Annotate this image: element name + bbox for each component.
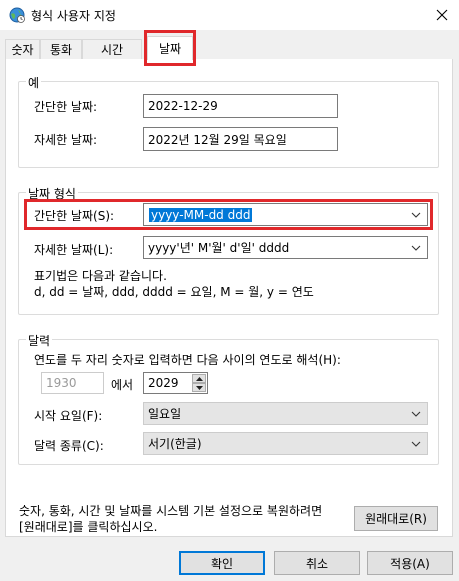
example-short-date-field: 2022-12-29 (143, 94, 338, 118)
two-digit-year-label: 연도를 두 자리 숫자로 입력하면 다음 사이의 연도로 해석(H): (34, 353, 341, 367)
long-date-combo[interactable]: yyyy'년' M'월' d'일' dddd (143, 236, 428, 259)
spin-up-button[interactable] (192, 374, 206, 383)
annotation-highlight-box (144, 30, 196, 66)
example-legend: 예 (26, 74, 42, 91)
calendar-type-label: 달력 종류(C): (34, 439, 104, 453)
notation-text: 표기법은 다음과 같습니다. d, dd = 날짜, ddd, dddd = 요… (34, 268, 314, 300)
tab-number[interactable]: 숫자 (5, 39, 40, 59)
first-day-value: 일요일 (148, 407, 182, 421)
reset-button[interactable]: 원래대로(R) (354, 506, 438, 531)
tab-time[interactable]: 시간 (82, 39, 142, 59)
year-to-value[interactable]: 2029 (148, 376, 179, 390)
field-value: 1930 (46, 376, 77, 390)
apply-button[interactable]: 적용(A) (367, 551, 453, 575)
chevron-down-icon[interactable] (405, 403, 427, 424)
tab-label: 숫자 (11, 43, 34, 57)
window-title: 형식 사용자 지정 (31, 9, 116, 23)
long-date-label: 자세한 날짜(L): (34, 243, 114, 257)
chevron-down-icon[interactable] (405, 433, 427, 454)
first-day-label: 시작 요일(F): (34, 409, 103, 423)
example-long-date-field: 2022년 12월 29일 목요일 (143, 127, 338, 151)
reset-description: 숫자, 통화, 시간 및 날짜를 시스템 기본 설정으로 복원하려면 [원래대로… (19, 503, 322, 535)
tab-label: 통화 (49, 43, 73, 57)
first-day-combo[interactable]: 일요일 (143, 402, 428, 425)
reset-line: 숫자, 통화, 시간 및 날짜를 시스템 기본 설정으로 복원하려면 (19, 504, 323, 518)
reset-line: [원래대로]를 클릭하십시오. (19, 520, 158, 534)
notation-line: 표기법은 다음과 같습니다. (34, 269, 167, 283)
close-button[interactable] (424, 0, 459, 30)
tab-currency[interactable]: 통화 (40, 39, 82, 59)
tab-label: 시간 (100, 43, 124, 57)
arrow-down-icon (195, 385, 203, 390)
between-label: 에서 (111, 378, 134, 392)
calendar-type-combo[interactable]: 서기(한글) (143, 432, 428, 455)
example-short-label: 간단한 날짜: (34, 100, 98, 114)
globe-clock-icon (9, 7, 25, 23)
close-icon (436, 9, 447, 21)
spin-down-button[interactable] (192, 383, 206, 392)
field-value: 2022-12-29 (148, 99, 218, 113)
year-to-spinner[interactable]: 2029 (143, 372, 208, 394)
calendar-type-value: 서기(한글) (148, 437, 202, 451)
chevron-down-icon[interactable] (405, 237, 427, 258)
year-from-field: 1930 (41, 372, 104, 394)
arrow-up-icon (195, 376, 203, 381)
example-long-label: 자세한 날짜: (34, 133, 98, 147)
ok-button[interactable]: 확인 (179, 551, 265, 575)
cancel-button[interactable]: 취소 (274, 551, 360, 575)
calendar-legend: 달력 (26, 332, 53, 349)
long-date-input[interactable]: yyyy'년' M'월' d'일' dddd (144, 239, 405, 256)
annotation-highlight-box (24, 199, 433, 230)
field-value: 2022년 12월 29일 목요일 (148, 132, 287, 147)
notation-line: d, dd = 날짜, ddd, dddd = 요일, M = 월, y = 연… (34, 285, 314, 299)
